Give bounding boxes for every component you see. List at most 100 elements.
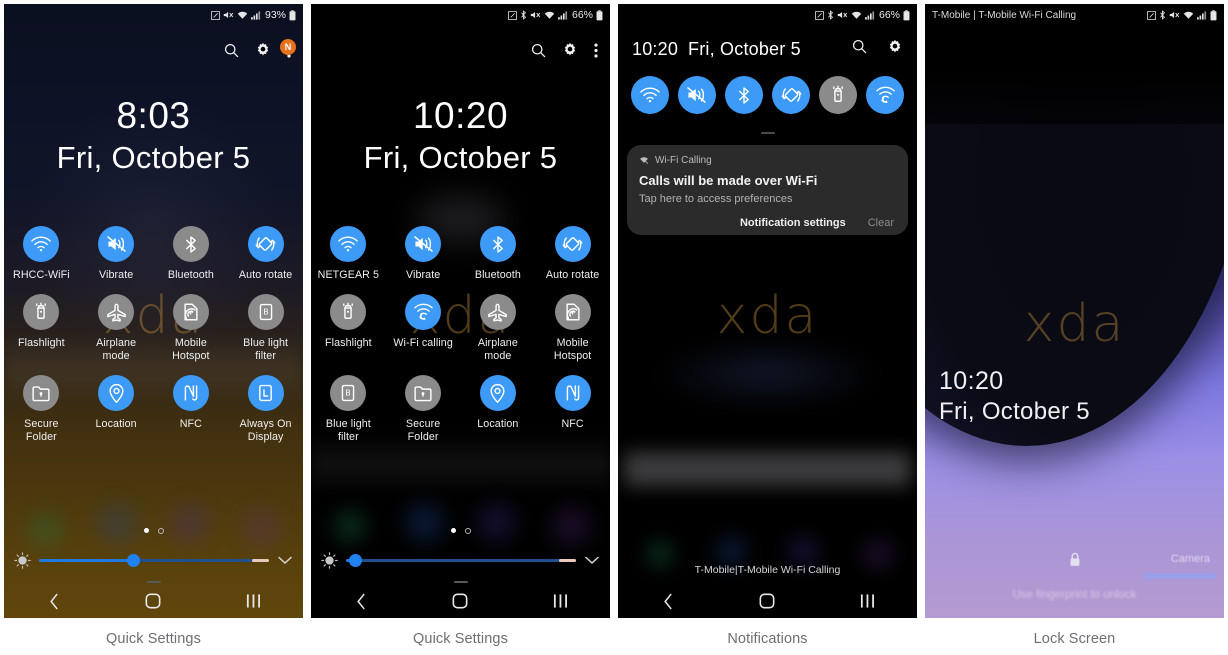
quick-tile[interactable]: Mobile Hotspot: [160, 294, 222, 363]
bluetooth-icon[interactable]: [172, 226, 209, 262]
vibrate-icon[interactable]: [405, 226, 442, 262]
quick-tile[interactable]: Flashlight: [317, 294, 379, 363]
aod-icon[interactable]: [247, 375, 284, 411]
brightness-row[interactable]: [4, 552, 303, 569]
quick-tile[interactable]: Secure Folder: [10, 375, 72, 444]
hotspot-icon[interactable]: [554, 294, 591, 330]
quick-tile[interactable]: NETGEAR 5: [317, 226, 379, 282]
brightness-row[interactable]: [311, 552, 610, 569]
flashlight-icon[interactable]: [819, 76, 858, 114]
bluelight-icon[interactable]: B: [247, 294, 284, 330]
location-icon[interactable]: [479, 375, 516, 411]
mute-icon: [223, 11, 234, 19]
location-icon[interactable]: [98, 375, 135, 411]
quick-tile[interactable]: Location: [85, 375, 147, 444]
clear-button[interactable]: Clear: [868, 217, 894, 229]
notification-settings-button[interactable]: Notification settings: [740, 217, 846, 229]
securefolder-icon[interactable]: [23, 375, 60, 411]
airplane-icon[interactable]: [98, 294, 135, 330]
brightness-slider[interactable]: [346, 554, 576, 567]
quick-tile[interactable]: Airplane mode: [467, 294, 529, 363]
hotspot-icon[interactable]: [172, 294, 209, 330]
home-button[interactable]: [133, 586, 173, 616]
airplane-icon[interactable]: [479, 294, 516, 330]
gear-icon[interactable]: [562, 42, 578, 63]
drag-handle[interactable]: [146, 581, 161, 583]
quick-tile[interactable]: Location: [467, 375, 529, 444]
page-dot[interactable]: [464, 528, 471, 534]
quick-tile[interactable]: NFC: [160, 375, 222, 444]
search-icon[interactable]: [852, 39, 867, 59]
recents-button[interactable]: [540, 586, 580, 616]
autorotate-icon[interactable]: [554, 226, 591, 262]
flashlight-icon[interactable]: [330, 294, 367, 330]
chevron-down-icon[interactable]: [277, 556, 293, 565]
securefolder-icon[interactable]: [405, 375, 442, 411]
quick-tile[interactable]: Mobile Hotspot: [542, 294, 604, 363]
quick-tile[interactable]: Wi-Fi calling: [392, 294, 454, 363]
brightness-slider[interactable]: [39, 554, 269, 567]
battery-percent: 66%: [571, 9, 593, 21]
quick-tile[interactable]: Airplane mode: [85, 294, 147, 363]
wifi-icon[interactable]: [630, 76, 669, 114]
brightness-max-marker: [252, 559, 269, 562]
brightness-knob[interactable]: [127, 554, 141, 567]
quick-tile[interactable]: B Blue light filter: [317, 375, 379, 444]
gear-icon[interactable]: [887, 39, 903, 60]
overflow-menu-icon[interactable]: N: [280, 38, 296, 63]
quick-tile[interactable]: Always On Display: [235, 375, 297, 444]
search-icon[interactable]: [224, 43, 239, 63]
page-indicator[interactable]: [311, 528, 610, 534]
recents-button[interactable]: [233, 586, 273, 616]
quick-tile[interactable]: Vibrate: [392, 226, 454, 282]
nfc-icon[interactable]: [554, 375, 591, 411]
autorotate-icon[interactable]: [247, 226, 284, 262]
quick-tile[interactable]: B Blue light filter: [235, 294, 297, 363]
quick-tile[interactable]: Vibrate: [85, 226, 147, 282]
back-button[interactable]: [648, 586, 688, 616]
page-dot-active[interactable]: [143, 528, 149, 533]
panel-notifications[interactable]: 66% 10:20 Fri, October 5 Wi-Fi Calling C…: [618, 4, 917, 618]
wifi-calling-icon[interactable]: [405, 294, 442, 330]
wifi-icon[interactable]: [330, 226, 367, 262]
gear-icon[interactable]: [255, 42, 271, 63]
page-dot[interactable]: [157, 528, 164, 534]
quick-tile[interactable]: RHCC-WiFi: [10, 226, 72, 282]
recents-button[interactable]: [847, 586, 887, 616]
camera-shortcut[interactable]: Camera: [1171, 553, 1210, 565]
notification-card[interactable]: Wi-Fi Calling Calls will be made over Wi…: [627, 145, 908, 235]
overflow-menu-icon[interactable]: [594, 42, 598, 63]
page-indicator[interactable]: [4, 528, 303, 534]
wifi-calling-icon[interactable]: [866, 76, 905, 114]
bluelight-icon[interactable]: B: [330, 375, 367, 411]
search-icon[interactable]: [531, 43, 546, 63]
back-button[interactable]: [34, 586, 74, 616]
autorotate-icon[interactable]: [772, 76, 811, 114]
bluetooth-icon[interactable]: [479, 226, 516, 262]
quick-tile[interactable]: Auto rotate: [235, 226, 297, 282]
quick-tile[interactable]: Flashlight: [10, 294, 72, 363]
quick-tile[interactable]: Bluetooth: [160, 226, 222, 282]
drag-handle[interactable]: [453, 581, 468, 583]
vibrate-icon[interactable]: [677, 76, 716, 114]
vibrate-icon[interactable]: [98, 226, 135, 262]
panel-quick-settings-1[interactable]: 93% N 8:03 Fri, October 5 xda RHCC-WiFi …: [4, 4, 303, 618]
quick-tile[interactable]: Bluetooth: [467, 226, 529, 282]
quick-tile[interactable]: Secure Folder: [392, 375, 454, 444]
flashlight-icon[interactable]: [23, 294, 60, 330]
brightness-knob[interactable]: [349, 554, 363, 567]
wifi-icon: [544, 11, 555, 19]
quick-tile[interactable]: Auto rotate: [542, 226, 604, 282]
page-dot-active[interactable]: [450, 528, 456, 533]
home-button[interactable]: [440, 586, 480, 616]
bluetooth-icon[interactable]: [724, 76, 763, 114]
back-button[interactable]: [341, 586, 381, 616]
quick-tile[interactable]: NFC: [542, 375, 604, 444]
wifi-icon[interactable]: [23, 226, 60, 262]
chevron-down-icon[interactable]: [584, 556, 600, 565]
nfc-icon[interactable]: [172, 375, 209, 411]
expand-handle[interactable]: [760, 132, 775, 134]
home-button[interactable]: [747, 586, 787, 616]
panel-lock-screen[interactable]: T-Mobile | T-Mobile Wi-Fi Calling xda 10…: [925, 4, 1224, 618]
panel-quick-settings-2[interactable]: 66% 10:20 Fri, October 5 xda NETGEAR 5 V…: [311, 4, 610, 618]
